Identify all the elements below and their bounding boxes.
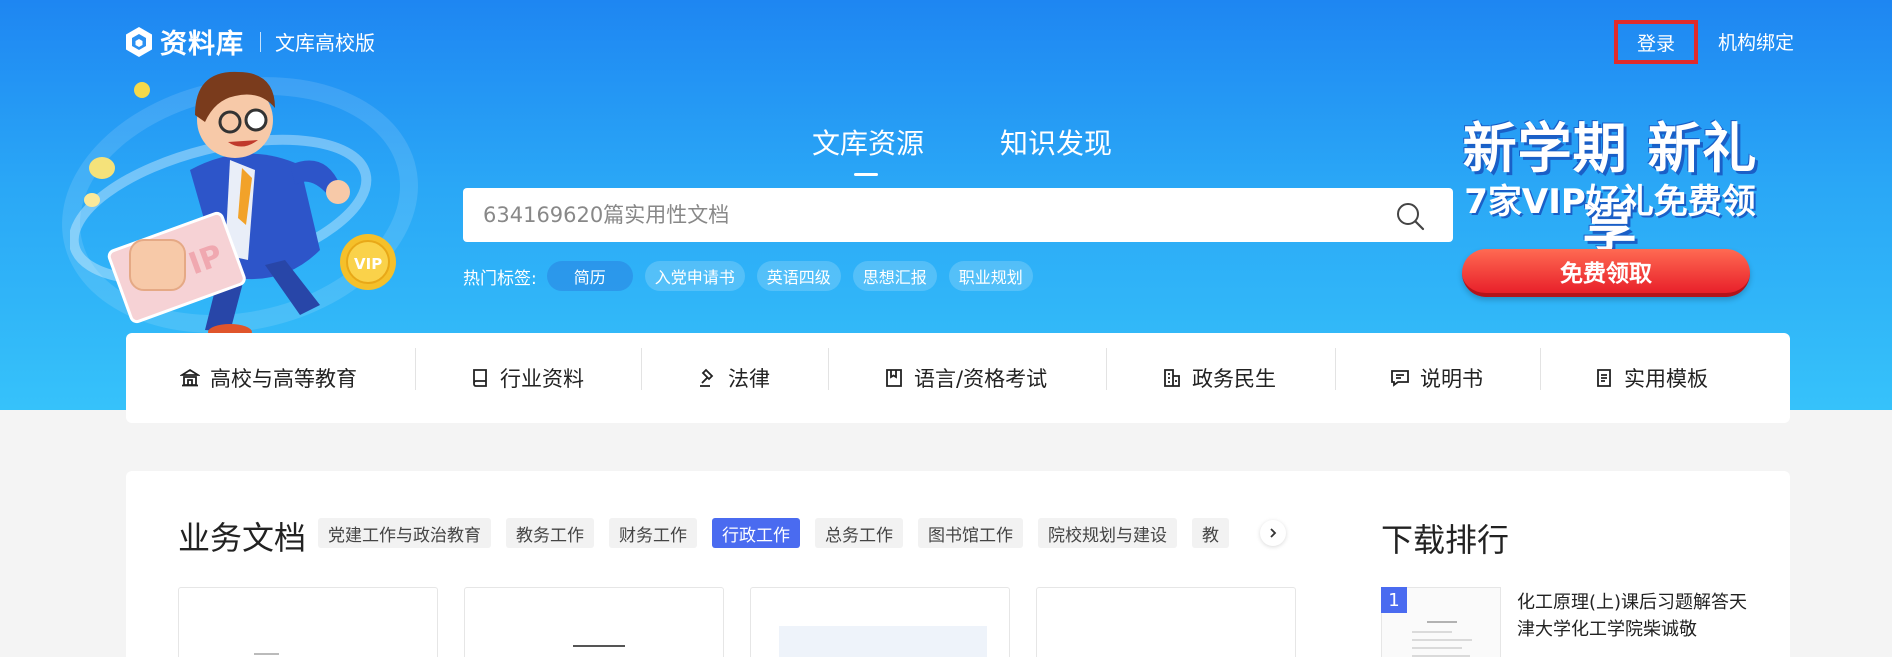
bookmark-book-icon	[886, 369, 902, 387]
category-language-exams[interactable]: 语言/资格考试	[884, 333, 1047, 423]
hot-tag[interactable]: 职业规划	[948, 261, 1033, 291]
tab-knowledge-discovery[interactable]: 知识发现	[1000, 122, 1112, 162]
hot-tags: 热门标签: 简历 入党申请书 英语四级 思想汇报 职业规划	[463, 261, 1045, 291]
category-divider	[1335, 348, 1336, 390]
hot-tag[interactable]: 思想汇报	[852, 261, 937, 291]
business-docs-title: 业务文档	[178, 519, 307, 557]
mascot-illustration: VIP VIP	[70, 71, 396, 335]
chevron-right-icon	[1270, 528, 1277, 538]
filter-chip-active[interactable]: 行政工作	[712, 518, 800, 548]
category-label: 说明书	[1420, 367, 1483, 391]
login-button[interactable]: 登录	[1614, 20, 1698, 64]
search-tabs: 文库资源 知识发现	[812, 122, 1112, 176]
category-divider	[1540, 348, 1541, 390]
search-input[interactable]	[463, 203, 1383, 227]
category-bar: 高校与高等教育 行业资料 法律 语言/资格考试 政务民生 说明书 实用模板	[126, 333, 1790, 423]
building-icon	[1164, 369, 1180, 387]
filter-chip[interactable]: 教务工作	[506, 518, 594, 548]
category-divider	[1106, 348, 1107, 390]
category-label: 法律	[728, 367, 770, 391]
category-label: 行业资料	[500, 367, 584, 391]
filter-chip[interactable]: 图书馆工作	[918, 518, 1023, 548]
logo[interactable]: 资料库 文库高校版	[124, 22, 375, 61]
school-icon	[180, 368, 200, 387]
claim-free-button[interactable]: 免费领取	[1462, 249, 1750, 297]
filter-chip[interactable]: 财务工作	[609, 518, 697, 548]
tab-library-resources[interactable]: 文库资源	[812, 122, 924, 176]
doc-card[interactable]	[178, 587, 438, 657]
hot-tag[interactable]: 英语四级	[756, 261, 841, 291]
category-manuals[interactable]: 说明书	[1390, 333, 1483, 423]
rank-number-badge: 1	[1381, 587, 1407, 613]
category-label: 政务民生	[1192, 367, 1276, 391]
book-icon	[473, 369, 487, 387]
search-icon[interactable]	[1395, 201, 1425, 231]
category-divider	[415, 348, 416, 390]
download-ranking-title: 下载排行	[1381, 521, 1510, 559]
category-law[interactable]: 法律	[698, 333, 770, 423]
logo-subtitle: 文库高校版	[275, 31, 375, 55]
category-industry[interactable]: 行业资料	[470, 333, 584, 423]
doc-card[interactable]	[464, 587, 724, 657]
filters-next-button[interactable]	[1260, 520, 1286, 546]
institution-bind-link[interactable]: 机构绑定	[1718, 28, 1794, 55]
hot-tag[interactable]: 入党申请书	[644, 261, 745, 291]
category-label: 高校与高等教育	[210, 367, 357, 391]
logo-divider	[260, 31, 261, 52]
vip-coin-text: VIP	[354, 255, 382, 273]
ranking-item-title: 化工原理(上)课后习题解答天津大学化工学院柴诚敬	[1517, 592, 1748, 640]
promo-subtitle: 7家VIP好礼免费领	[1464, 182, 1756, 222]
filter-chip[interactable]: 党建工作与政治教育	[318, 518, 491, 548]
gavel-icon	[700, 368, 714, 387]
filter-chip[interactable]: 总务工作	[815, 518, 903, 548]
doc-thumbnail	[573, 645, 625, 647]
filter-chip[interactable]: 院校规划与建设	[1038, 518, 1177, 548]
template-icon	[1597, 369, 1611, 387]
doc-card[interactable]	[1036, 587, 1296, 657]
doc-thumbnail	[779, 626, 987, 657]
category-templates[interactable]: 实用模板	[1594, 333, 1708, 423]
category-label: 实用模板	[1624, 367, 1708, 391]
business-filters: 党建工作与政治教育 教务工作 财务工作 行政工作 总务工作 图书馆工作 院校规划…	[318, 518, 1298, 548]
category-divider	[641, 348, 642, 390]
filter-chip[interactable]: 教	[1192, 518, 1229, 548]
category-label: 语言/资格考试	[914, 367, 1048, 391]
logo-mark-icon	[126, 26, 152, 57]
logo-text: 资料库	[160, 29, 244, 60]
hot-tag[interactable]: 简历	[546, 261, 633, 291]
doc-card[interactable]	[750, 587, 1010, 657]
doc-thumbnail	[254, 653, 279, 655]
category-higher-education[interactable]: 高校与高等教育	[180, 333, 357, 423]
category-government[interactable]: 政务民生	[1162, 333, 1276, 423]
category-divider	[828, 348, 829, 390]
search-box	[463, 188, 1453, 242]
hot-tags-label: 热门标签:	[463, 268, 537, 289]
manual-icon	[1391, 370, 1409, 387]
content-panel: 业务文档 党建工作与政治教育 教务工作 财务工作 行政工作 总务工作 图书馆工作…	[126, 471, 1790, 657]
